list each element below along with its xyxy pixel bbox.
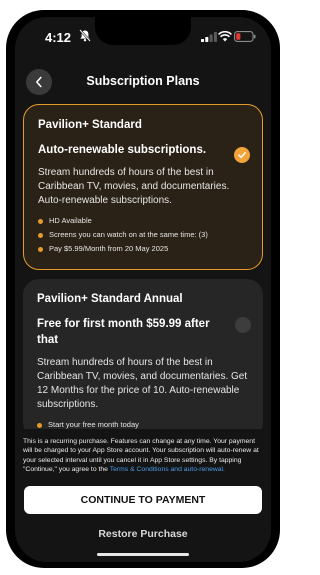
plan-headline: Free for first month $59.99 after that bbox=[37, 318, 210, 346]
plan-card-standard-annual[interactable]: Pavilion+ Standard Annual Free for first… bbox=[23, 279, 263, 439]
notch bbox=[95, 17, 191, 45]
wifi-icon bbox=[218, 31, 232, 42]
bullet-dot-icon bbox=[37, 422, 42, 428]
disclaimer-text: This is a recurring purchase. Features c… bbox=[23, 437, 263, 475]
feature-item: Pay $5.99/Month from 20 May 2025 bbox=[38, 242, 248, 256]
terms-link[interactable]: Terms & Conditions and auto-renewal. bbox=[110, 466, 225, 473]
plan-features: HD Available Screens you can watch on at… bbox=[38, 214, 248, 256]
bullet-dot-icon bbox=[38, 218, 43, 224]
status-time: 4:12 bbox=[45, 30, 72, 45]
plan-card-standard[interactable]: Pavilion+ Standard Auto-renewable subscr… bbox=[23, 104, 263, 270]
screen: 4:12 Subscription Plans Pavilion+ Standa… bbox=[15, 17, 271, 562]
checkmark-icon bbox=[238, 152, 246, 159]
selected-check-icon[interactable] bbox=[234, 147, 250, 163]
status-bar: 4:12 bbox=[15, 17, 271, 57]
plan-name: Pavilion+ Standard bbox=[38, 119, 142, 131]
plan-description: Stream hundreds of hours of the best in … bbox=[37, 357, 248, 410]
plan-description: Stream hundreds of hours of the best in … bbox=[38, 167, 230, 206]
feature-item: HD Available bbox=[38, 214, 248, 228]
feature-item: Screens you can watch on at the same tim… bbox=[38, 228, 248, 242]
plan-headline: Auto-renewable subscriptions. bbox=[38, 144, 207, 156]
bullet-dot-icon bbox=[38, 232, 43, 238]
page-title: Subscription Plans bbox=[86, 74, 200, 88]
bullet-dot-icon bbox=[38, 246, 43, 252]
battery-icon bbox=[234, 31, 256, 42]
restore-purchase-button[interactable]: Restore Purchase bbox=[15, 528, 271, 540]
plan-name: Pavilion+ Standard Annual bbox=[37, 293, 183, 305]
feature-label: Screens you can watch on at the same tim… bbox=[49, 230, 208, 239]
feature-label: HD Available bbox=[49, 216, 92, 225]
phone-frame: 4:12 Subscription Plans Pavilion+ Standa… bbox=[6, 10, 280, 568]
continue-to-payment-button[interactable]: CONTINUE TO PAYMENT bbox=[24, 486, 262, 514]
feature-label: Pay $5.99/Month from 20 May 2025 bbox=[49, 244, 169, 253]
bell-off-icon bbox=[79, 29, 91, 42]
home-indicator[interactable] bbox=[97, 553, 189, 556]
signal-icon bbox=[201, 32, 217, 42]
bottom-sheet: This is a recurring purchase. Features c… bbox=[15, 429, 271, 562]
radio-unselected-icon[interactable] bbox=[235, 317, 251, 333]
